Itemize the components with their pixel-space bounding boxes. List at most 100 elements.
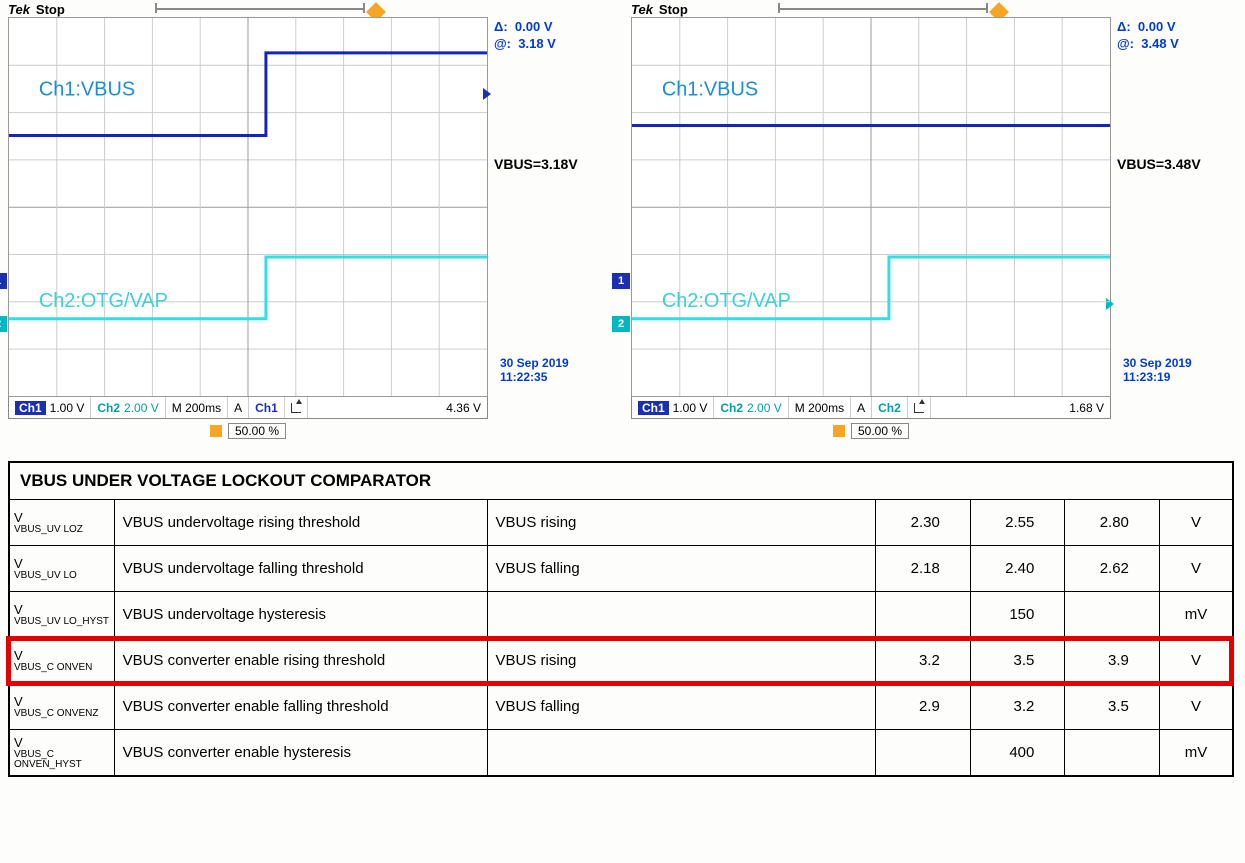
- description-cell: VBUS undervoltage hysteresis: [114, 592, 487, 638]
- trig-pos-value: 50.00 %: [228, 423, 286, 439]
- table-row: VVBUS_UV LO_HYSTVBUS undervoltage hyster…: [9, 592, 1233, 638]
- scope-side-info: Δ: 0.00 V @: 3.18 V VBUS=3.18V 30 Sep 20…: [488, 17, 608, 439]
- delta-value: 0.00 V: [1138, 19, 1176, 34]
- symbol-cell: VVBUS_UV LOZ: [9, 500, 114, 546]
- top-scale-bar: [778, 3, 988, 17]
- run-status: Stop: [659, 2, 688, 17]
- min-cell: 2.9: [876, 684, 971, 730]
- table-row: VVBUS_UV LOVBUS undervoltage falling thr…: [9, 546, 1233, 592]
- symbol-cell: VVBUS_C ONVEN: [9, 638, 114, 684]
- ch2-scale-value: 2.00 V: [747, 401, 782, 415]
- delta-label: Δ:: [494, 19, 508, 34]
- vbus-annotation: VBUS=3.48V: [1117, 156, 1231, 172]
- at-value: 3.18 V: [518, 36, 556, 51]
- condition-cell: VBUS rising: [487, 638, 876, 684]
- scopes-row: Tek Stop 1 2: [0, 0, 1245, 443]
- ch1-scale-label: Ch1: [15, 401, 46, 415]
- timebase-value: M 200ms: [789, 397, 851, 418]
- description-cell: VBUS undervoltage rising threshold: [114, 500, 487, 546]
- symbol-cell: VVBUS_C ONVEN_HYST: [9, 730, 114, 776]
- trig-pos-icon: [210, 425, 222, 437]
- symbol-cell: VVBUS_UV LO_HYST: [9, 592, 114, 638]
- condition-cell: VBUS falling: [487, 684, 876, 730]
- description-cell: VBUS undervoltage falling threshold: [114, 546, 487, 592]
- ch1-scale-label: Ch1: [638, 401, 669, 415]
- unit-cell: V: [1159, 546, 1233, 592]
- trig-pos-row: 50.00 %: [8, 423, 488, 439]
- table-row: VVBUS_C ONVEN_HYSTVBUS converter enable …: [9, 730, 1233, 776]
- rising-edge-icon: [914, 403, 924, 413]
- section-title: VBUS UNDER VOLTAGE LOCKOUT COMPARATOR: [9, 462, 1233, 500]
- scope-svg: Ch1:VBUS Ch2:OTG/VAP: [632, 18, 1110, 396]
- max-cell: [1065, 730, 1160, 776]
- top-scale-bar: [155, 3, 365, 17]
- unit-cell: mV: [1159, 592, 1233, 638]
- table-row: VVBUS_C ONVENZVBUS converter enable fall…: [9, 684, 1233, 730]
- scope-header: Tek Stop: [631, 2, 1236, 17]
- ch1-badge: 1: [612, 273, 630, 289]
- delta-label: Δ:: [1117, 19, 1131, 34]
- scope-grid: 1 2 Ch1:VBUS: [8, 17, 488, 397]
- trig-src: Ch1: [249, 397, 285, 418]
- delta-value: 0.00 V: [515, 19, 553, 34]
- ch1-label: Ch1:VBUS: [39, 79, 135, 101]
- ch1-badge: 1: [0, 273, 7, 289]
- trig-pos-value: 50.00 %: [851, 423, 909, 439]
- condition-cell: VBUS rising: [487, 500, 876, 546]
- typ-cell: 400: [970, 730, 1065, 776]
- trig-pos-row: 50.00 %: [631, 423, 1111, 439]
- trig-mode: A: [851, 397, 872, 418]
- trig-mode: A: [228, 397, 249, 418]
- capture-date: 30 Sep 2019 11:23:19: [1123, 356, 1231, 384]
- at-label: @:: [494, 36, 511, 51]
- min-cell: [876, 592, 971, 638]
- max-cell: 2.62: [1065, 546, 1160, 592]
- status-bar: Ch1 1.00 V Ch2 2.00 V M 200ms A Ch2 1.68 V: [631, 397, 1111, 419]
- condition-cell: [487, 730, 876, 776]
- brand-label: Tek: [631, 2, 653, 17]
- max-cell: 3.9: [1065, 638, 1160, 684]
- timebase-value: M 200ms: [166, 397, 228, 418]
- trig-level: 4.36 V: [308, 397, 487, 418]
- min-cell: [876, 730, 971, 776]
- rising-edge-icon: [291, 403, 301, 413]
- ch2-scale-value: 2.00 V: [124, 401, 159, 415]
- scope-header: Tek Stop: [8, 2, 613, 17]
- ch2-scale-label: Ch2: [720, 401, 743, 415]
- scope-svg: Ch1:VBUS Ch2:OTG/VAP: [9, 18, 487, 396]
- max-cell: 3.5: [1065, 684, 1160, 730]
- spec-table: VBUS UNDER VOLTAGE LOCKOUT COMPARATOR VV…: [8, 461, 1234, 777]
- table-row: VVBUS_UV LOZVBUS undervoltage rising thr…: [9, 500, 1233, 546]
- run-status: Stop: [36, 2, 65, 17]
- symbol-cell: VVBUS_UV LO: [9, 546, 114, 592]
- at-value: 3.48 V: [1141, 36, 1179, 51]
- typ-cell: 150: [970, 592, 1065, 638]
- ch2-scale-label: Ch2: [97, 401, 120, 415]
- ch1-scale-value: 1.00 V: [673, 401, 708, 415]
- trig-level: 1.68 V: [931, 397, 1110, 418]
- symbol-cell: VVBUS_C ONVENZ: [9, 684, 114, 730]
- table-row: VVBUS_C ONVENVBUS converter enable risin…: [9, 638, 1233, 684]
- unit-cell: mV: [1159, 730, 1233, 776]
- max-cell: 2.80: [1065, 500, 1160, 546]
- brand-label: Tek: [8, 2, 30, 17]
- trig-pos-icon: [833, 425, 845, 437]
- scope-side-info: Δ: 0.00 V @: 3.48 V VBUS=3.48V 30 Sep 20…: [1111, 17, 1231, 439]
- typ-cell: 3.5: [970, 638, 1065, 684]
- typ-cell: 2.55: [970, 500, 1065, 546]
- typ-cell: 2.40: [970, 546, 1065, 592]
- unit-cell: V: [1159, 500, 1233, 546]
- description-cell: VBUS converter enable hysteresis: [114, 730, 487, 776]
- description-cell: VBUS converter enable falling threshold: [114, 684, 487, 730]
- at-label: @:: [1117, 36, 1134, 51]
- ch2-badge: 2: [612, 316, 630, 332]
- capture-date: 30 Sep 2019 11:22:35: [500, 356, 608, 384]
- min-cell: 2.30: [876, 500, 971, 546]
- unit-cell: V: [1159, 638, 1233, 684]
- trig-src: Ch2: [872, 397, 908, 418]
- description-cell: VBUS converter enable rising threshold: [114, 638, 487, 684]
- ch2-badge: 2: [0, 316, 7, 332]
- condition-cell: VBUS falling: [487, 546, 876, 592]
- min-cell: 3.2: [876, 638, 971, 684]
- ch2-label: Ch2:OTG/VAP: [39, 290, 168, 312]
